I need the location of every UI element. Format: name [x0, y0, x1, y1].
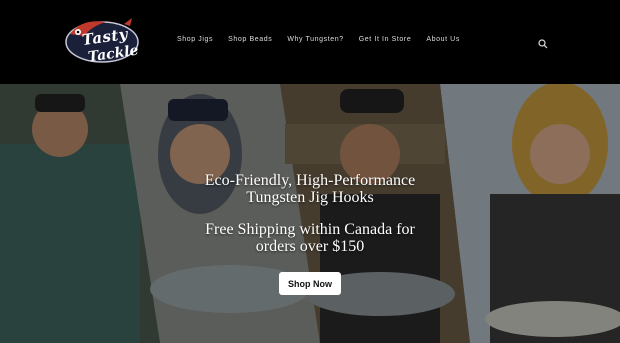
- nav-shop-beads[interactable]: Shop Beads: [228, 36, 272, 43]
- site-header: Tasty Tackle Shop Jigs Shop Beads Why Tu…: [0, 0, 620, 84]
- hero-line-4: orders over $150: [255, 238, 365, 255]
- hero-overlay: [0, 84, 620, 343]
- hero-line-1: Eco-Friendly, High-Performance: [204, 172, 416, 189]
- tasty-tackle-logo[interactable]: Tasty Tackle: [62, 14, 142, 72]
- search-icon[interactable]: [538, 36, 548, 49]
- hero-banner: Eco-Friendly, High-Performance Tungsten …: [0, 84, 620, 343]
- hero-line-3: Free Shipping within Canada for: [205, 221, 415, 238]
- nav-shop-jigs[interactable]: Shop Jigs: [177, 36, 213, 43]
- main-nav: Shop Jigs Shop Beads Why Tungsten? Get I…: [177, 36, 475, 43]
- nav-why-tungsten[interactable]: Why Tungsten?: [287, 36, 343, 43]
- nav-get-it-in-store[interactable]: Get It In Store: [359, 36, 412, 43]
- hero-line-2: Tungsten Jig Hooks: [246, 189, 374, 206]
- shop-now-button[interactable]: Shop Now: [279, 272, 341, 295]
- nav-about-us[interactable]: About Us: [426, 36, 460, 43]
